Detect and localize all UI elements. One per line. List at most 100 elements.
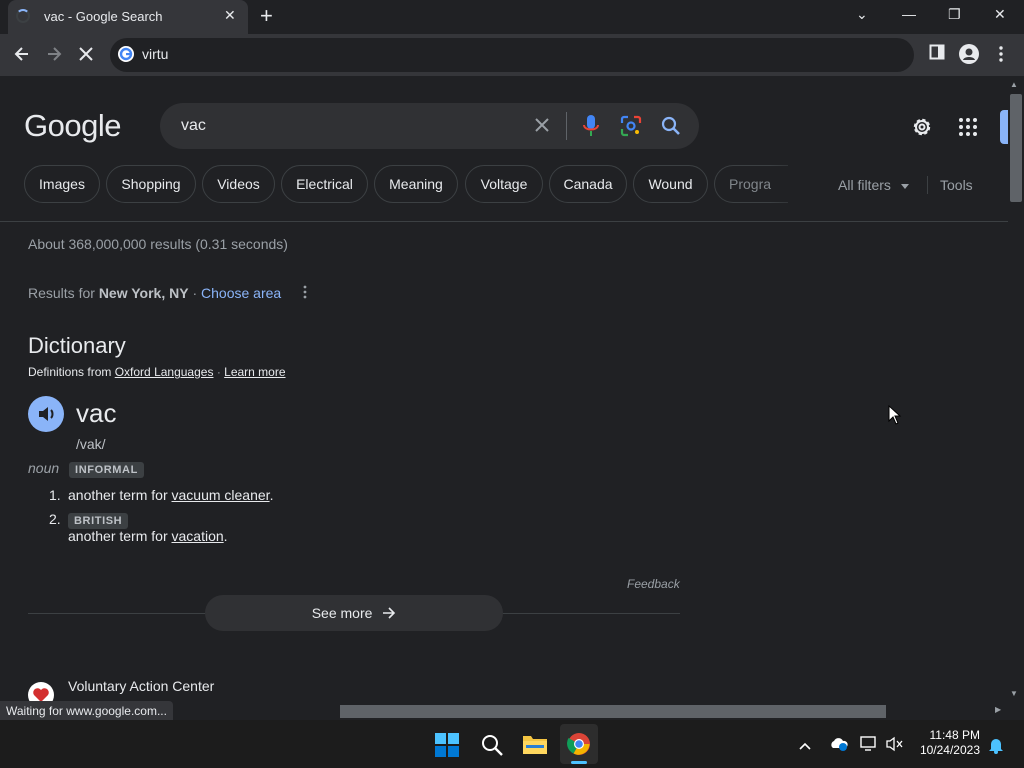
result-stats: About 368,000,000 results (0.31 seconds) xyxy=(28,236,288,252)
location-more-icon[interactable] xyxy=(302,284,308,303)
see-more-line-right xyxy=(502,613,680,614)
chip-fade xyxy=(770,165,820,203)
tools-button[interactable]: Tools xyxy=(940,177,973,193)
clear-search-icon[interactable] xyxy=(533,114,551,140)
chip-videos[interactable]: Videos xyxy=(202,165,275,203)
chip-canada[interactable]: Canada xyxy=(549,165,627,203)
chip-meaning[interactable]: Meaning xyxy=(374,165,458,203)
phonetic: /vak/ xyxy=(76,436,106,452)
stop-x-icon xyxy=(79,47,93,61)
back-arrow-icon xyxy=(14,47,28,61)
part-of-speech-line: noun INFORMAL xyxy=(28,460,144,478)
new-tab-button[interactable]: + xyxy=(260,5,273,27)
speaker-icon xyxy=(39,407,54,421)
forward-button[interactable] xyxy=(44,44,64,68)
vacuum-cleaner-link[interactable]: vacuum cleaner xyxy=(172,487,270,503)
apps-grid-icon[interactable] xyxy=(958,117,978,140)
close-window-button[interactable]: ✕ xyxy=(994,6,1006,23)
notification-bell-icon[interactable] xyxy=(988,736,1004,757)
google-logo[interactable]: Google xyxy=(24,108,121,144)
dictionary-source-line: Definitions from Oxford Languages · Lear… xyxy=(28,365,286,379)
scroll-up-arrow-icon[interactable]: ▲ xyxy=(1010,80,1018,89)
feedback-link[interactable]: Feedback xyxy=(627,577,680,591)
minimize-button[interactable]: — xyxy=(902,6,916,22)
dropdown-caret-icon xyxy=(900,183,909,189)
definition-2-tag-wrap: BRITISH xyxy=(68,511,129,529)
volume-muted-icon[interactable] xyxy=(886,736,904,755)
see-more-label: See more xyxy=(311,605,373,621)
tab-close-icon[interactable]: ✕ xyxy=(224,7,236,24)
vertical-scroll-thumb[interactable] xyxy=(1010,94,1022,202)
horizontal-scroll-thumb[interactable] xyxy=(340,705,886,718)
microphone-icon[interactable] xyxy=(582,114,600,141)
result-site-name[interactable]: Voluntary Action Center xyxy=(68,678,214,694)
profile-avatar[interactable] xyxy=(959,44,979,64)
status-bubble: Waiting for www.google.com... xyxy=(0,701,173,721)
side-panel-button[interactable] xyxy=(929,44,945,64)
all-filters-button[interactable]: All filters xyxy=(838,177,909,193)
sign-in-button-edge[interactable] xyxy=(1000,110,1008,144)
chrome-icon xyxy=(567,732,591,759)
dictionary-title: Dictionary xyxy=(28,333,126,358)
definition-1-number: 1. xyxy=(49,487,61,503)
profile-icon xyxy=(963,48,975,60)
active-app-indicator xyxy=(571,761,587,764)
scroll-down-arrow-icon[interactable]: ▼ xyxy=(1010,689,1018,698)
scroll-right-arrow-icon[interactable]: ▶ xyxy=(995,705,1001,714)
address-bar[interactable] xyxy=(110,38,914,72)
location-line: Results for New York, NY · Choose area xyxy=(28,285,281,301)
chip-voltage[interactable]: Voltage xyxy=(465,165,543,203)
chip-electrical[interactable]: Electrical xyxy=(281,165,368,203)
definition-2: another term for vacation. xyxy=(68,528,228,544)
file-explorer-icon[interactable] xyxy=(522,733,548,758)
see-more-button[interactable]: See more xyxy=(205,595,503,631)
address-text[interactable]: virtu xyxy=(142,46,168,62)
show-hidden-icons-chevron-icon[interactable] xyxy=(799,738,811,754)
kebab-menu-icon xyxy=(999,46,1003,62)
dictionary-word: vac xyxy=(76,398,117,428)
side-panel-icon xyxy=(929,44,945,60)
settings-gear-icon[interactable] xyxy=(910,115,934,142)
pronounce-button[interactable] xyxy=(28,396,64,432)
taskbar-clock[interactable]: 11:48 PM 10/24/2023 xyxy=(918,728,980,758)
learn-more-link[interactable]: Learn more xyxy=(224,365,285,379)
search-input[interactable]: vac xyxy=(181,117,206,135)
tab-search-icon[interactable]: ⌄ xyxy=(856,6,868,23)
clock-time: 11:48 PM xyxy=(929,728,980,742)
source-separator: · xyxy=(216,365,221,379)
network-monitor-icon[interactable] xyxy=(860,736,878,755)
onedrive-cloud-icon[interactable] xyxy=(829,736,849,755)
definition-2-number: 2. xyxy=(49,511,61,527)
taskbar-search-icon[interactable] xyxy=(480,733,504,760)
filters-divider xyxy=(927,176,928,194)
search-box[interactable] xyxy=(160,103,699,149)
choose-area-link[interactable]: Choose area xyxy=(201,285,281,301)
mouse-cursor-icon xyxy=(888,404,902,428)
definition-2-suffix: . xyxy=(223,528,228,544)
tab-title: vac - Google Search xyxy=(44,9,163,24)
clock-date: 10/24/2023 xyxy=(919,743,980,757)
browser-menu-button[interactable] xyxy=(996,44,1006,68)
all-filters-label: All filters xyxy=(838,177,891,193)
search-icon[interactable] xyxy=(660,115,682,140)
site-favicon xyxy=(28,682,54,702)
windows-start-icon[interactable] xyxy=(435,733,459,760)
chip-wound[interactable]: Wound xyxy=(633,165,708,203)
chip-shopping[interactable]: Shopping xyxy=(106,165,196,203)
vacation-link[interactable]: vacation xyxy=(172,528,224,544)
chip-images[interactable]: Images xyxy=(24,165,100,203)
location-name: New York, NY xyxy=(98,285,189,301)
british-tag: BRITISH xyxy=(68,513,129,529)
definition-1-prefix: another term for xyxy=(68,487,168,503)
location-separator: · xyxy=(192,285,198,301)
definition-2-prefix: another term for xyxy=(68,528,168,544)
restore-button[interactable]: ❐ xyxy=(948,6,961,23)
back-button[interactable] xyxy=(12,44,32,68)
informal-tag: INFORMAL xyxy=(69,462,144,478)
location-prefix: Results for xyxy=(28,285,95,301)
google-g-icon xyxy=(118,46,134,62)
definition-1-suffix: . xyxy=(269,487,274,503)
oxford-languages-link[interactable]: Oxford Languages xyxy=(115,365,214,379)
stop-button[interactable] xyxy=(76,44,96,68)
lens-camera-icon[interactable] xyxy=(620,115,642,140)
